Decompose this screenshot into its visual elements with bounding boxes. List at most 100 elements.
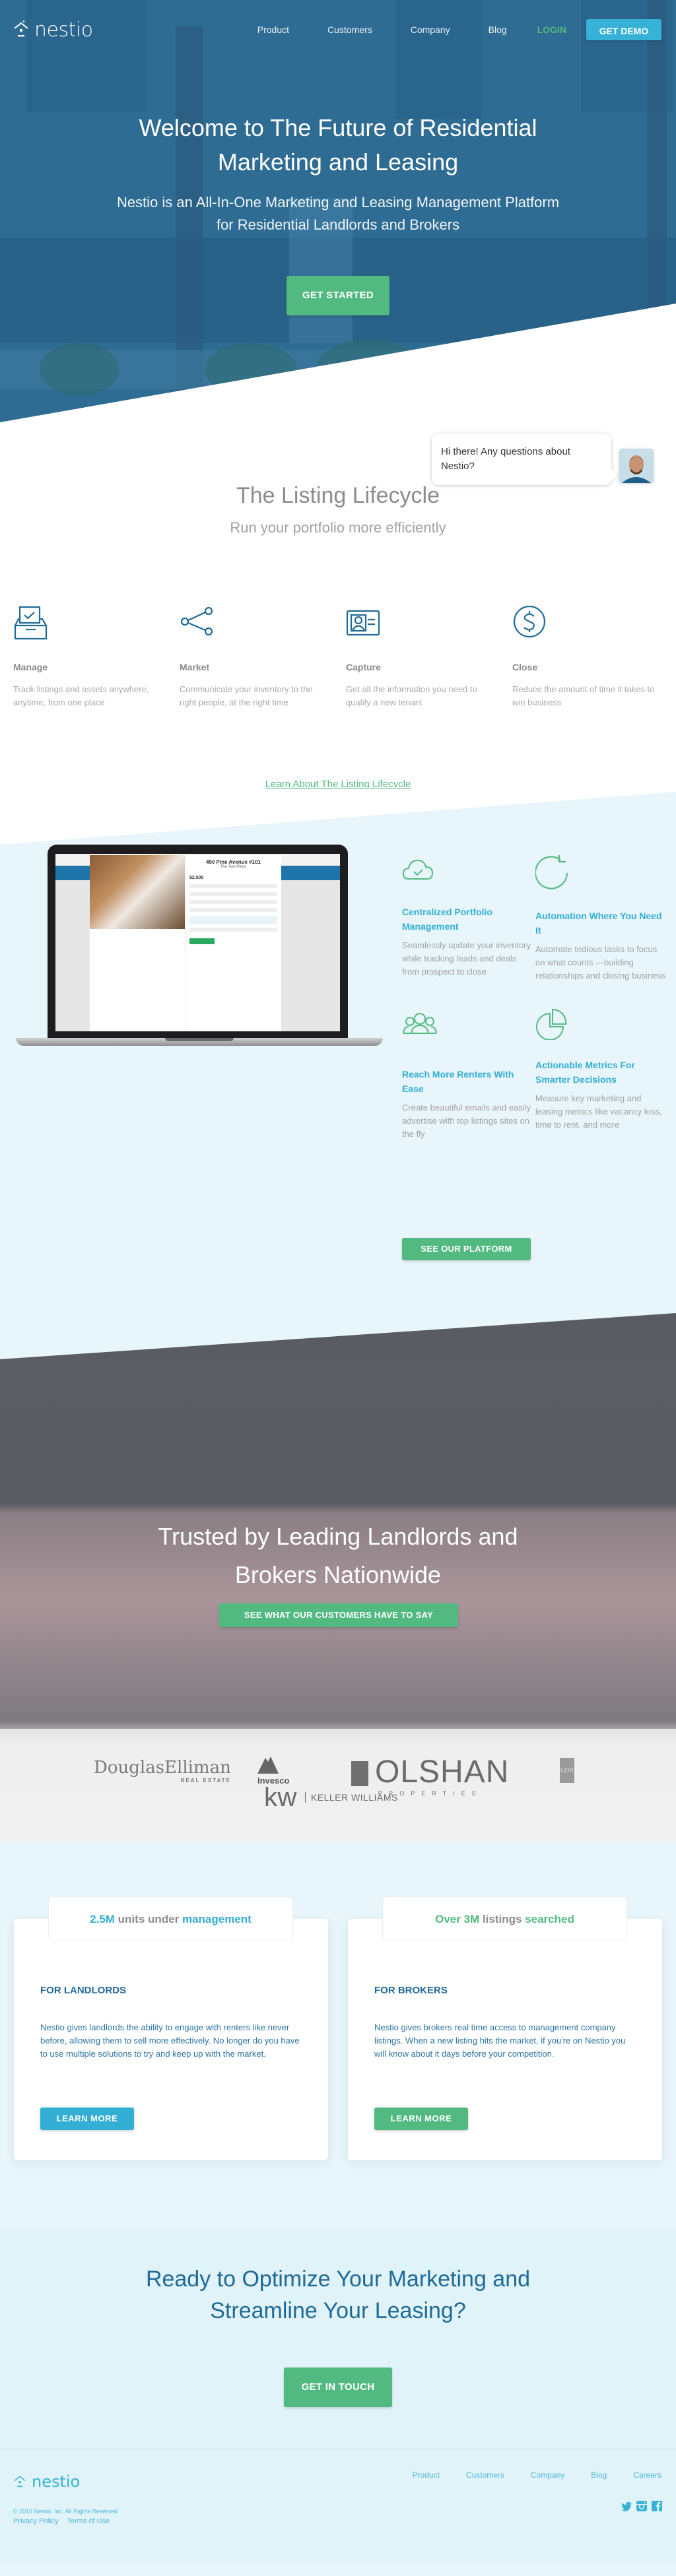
customers-say-button[interactable]: SEE WHAT OUR CUSTOMERS HAVE TO SAY xyxy=(219,1603,458,1627)
feature-reach: Reach More Renters With Ease Create beau… xyxy=(402,1008,535,1141)
listing-price: $2,500 xyxy=(189,876,204,880)
copyright: © 2016 Nestio, Inc. All Rights Reserved xyxy=(13,2508,118,2515)
logo-douglas-elliman: DouglasElliman REAL ESTATE xyxy=(94,1758,231,1784)
listing-building: The Two Pines xyxy=(220,865,247,869)
hero-content: Welcome to The Future of Residential Mar… xyxy=(0,111,676,315)
nav-blog[interactable]: Blog xyxy=(489,24,507,35)
brokers-card: Over 3M listings searched FOR BROKERS Ne… xyxy=(348,1896,662,2160)
feature-text: Create beautiful emails and easily adver… xyxy=(402,1103,531,1139)
footer-logo[interactable]: nestio xyxy=(13,2472,80,2491)
lifecycle-subtitle: Run your portfolio more efficiently xyxy=(230,519,446,536)
slant-divider xyxy=(0,1313,676,1359)
landlords-learn-more-button[interactable]: LEARN MORE xyxy=(40,2108,134,2130)
feature-metrics: Actionable Metrics For Smarter Decisions… xyxy=(535,1008,666,1141)
lifecycle-item-text: Track listings and assets anywhere, anyt… xyxy=(13,684,149,707)
feature-title: Automation Where You Need It xyxy=(535,911,662,936)
brokers-learn-more-button[interactable]: LEARN MORE xyxy=(374,2108,468,2130)
slant-divider xyxy=(0,792,676,845)
card-text: Nestio gives landlords the ability to en… xyxy=(40,2022,300,2059)
inbox-check-icon xyxy=(14,606,48,640)
instagram-icon[interactable] xyxy=(636,2500,648,2512)
listing-lifecycle-section: The Listing Lifecycle Run your portfolio… xyxy=(0,422,676,845)
logo-olshan: OLSHAN PROPERTIES xyxy=(351,1754,509,1797)
customer-logos: DouglasElliman REAL ESTATE Invesco kw KELL… xyxy=(0,1729,676,1834)
privacy-policy-link[interactable]: Privacy Policy xyxy=(13,2517,58,2525)
lifecycle-item-text: Get all the information you need to qual… xyxy=(346,684,477,707)
mountain-icon xyxy=(257,1756,279,1774)
chat-bubble[interactable]: Hi there! Any questions about Nestio? xyxy=(432,434,611,485)
top-nav: nestio Product Customers Company Blog LO… xyxy=(0,0,676,59)
person-avatar-icon xyxy=(619,449,654,483)
lifecycle-item-title: Close xyxy=(512,662,538,672)
cta-title: Ready to Optimize Your Marketing and Str… xyxy=(145,2267,531,2323)
footer-company[interactable]: Company xyxy=(531,2470,564,2480)
login-link[interactable]: LOGIN xyxy=(537,24,566,35)
footer-product[interactable]: Product xyxy=(413,2470,440,2480)
feature-text: Measure key marketing and leasing metric… xyxy=(535,1093,662,1130)
listing-modal: 450 Pine Avenue #101 The Two Pines $2,50… xyxy=(90,855,281,1031)
listing-photo xyxy=(90,855,185,929)
twitter-icon[interactable] xyxy=(621,2500,632,2512)
hero-section: nestio Product Customers Company Blog LO… xyxy=(0,0,676,422)
app-screenshot: 450 Pine Avenue #101 The Two Pines $2,50… xyxy=(55,854,340,1031)
see-platform-button[interactable]: SEE OUR PLATFORM xyxy=(402,1238,531,1260)
chat-message: Hi there! Any questions about Nestio? xyxy=(441,446,570,472)
footer-nav: Product Customers Company Blog Careers xyxy=(386,2470,661,2480)
feature-title: Reach More Renters With Ease xyxy=(402,1069,514,1094)
trusted-title: Trusted by Leading Landlords and Brokers… xyxy=(158,1523,518,1588)
house-logo-icon xyxy=(14,2476,26,2488)
refresh-icon xyxy=(534,855,568,889)
hero-subtitle: Nestio is an All-In-One Marketing and Le… xyxy=(116,194,560,233)
pie-chart-icon xyxy=(536,1008,567,1041)
nav-links: Product Customers Company Blog LOGIN GET… xyxy=(257,19,661,40)
get-in-touch-button[interactable]: GET IN TOUCH xyxy=(284,2367,392,2407)
feature-centralized: Centralized Portfolio Management Seamles… xyxy=(402,850,535,1008)
footer-customers[interactable]: Customers xyxy=(466,2470,504,2480)
nestio-logo[interactable]: nestio xyxy=(13,18,93,42)
share-icon xyxy=(180,606,213,636)
lifecycle-item-market: Market Communicate your inventory to the… xyxy=(180,606,346,709)
feature-title: Centralized Portfolio Management xyxy=(402,907,492,932)
nav-customers[interactable]: Customers xyxy=(327,24,372,35)
id-card-icon xyxy=(346,610,380,636)
stat-tab: Over 3M listings searched xyxy=(382,1896,627,1941)
lifecycle-item-title: Manage xyxy=(13,662,48,672)
cta-section: Ready to Optimize Your Marketing and Str… xyxy=(0,2230,676,2448)
feature-title: Actionable Metrics For Smarter Decisions xyxy=(535,1060,635,1085)
lifecycle-title: The Listing Lifecycle xyxy=(236,483,440,508)
lifecycle-item-title: Capture xyxy=(346,662,381,672)
get-started-button[interactable]: GET STARTED xyxy=(287,276,389,315)
lifecycle-item-capture: Capture Get all the information you need… xyxy=(346,606,512,709)
card-title: FOR LANDLORDS xyxy=(40,1985,126,1996)
nav-product[interactable]: Product xyxy=(257,24,289,35)
audiences-section: 2.5M units under management FOR LANDLORD… xyxy=(0,1841,676,2230)
chat-agent-avatar[interactable] xyxy=(619,449,654,483)
feature-text: Seamlessly update your inventory while t… xyxy=(402,940,531,977)
card-text: Nestio gives brokers real time access to… xyxy=(374,2022,626,2059)
lifecycle-item-title: Market xyxy=(180,662,210,672)
terms-link[interactable]: Terms of Use xyxy=(67,2517,110,2525)
nav-company[interactable]: Company xyxy=(411,24,450,35)
feature-automation: Automation Where You Need It Automate te… xyxy=(534,850,666,1008)
lifecycle-item-text: Reduce the amount of time it takes to wi… xyxy=(512,684,655,707)
trusted-section: Trusted by Leading Landlords and Brokers… xyxy=(0,1359,676,1841)
facebook-icon[interactable] xyxy=(651,2500,663,2512)
house-logo-icon xyxy=(14,20,28,37)
dollar-circle-icon xyxy=(513,605,546,638)
legal-links: Privacy Policy Terms of Use xyxy=(13,2517,116,2525)
learn-lifecycle-link[interactable]: Learn About The Listing Lifecycle xyxy=(0,779,676,790)
lifecycle-item-close: Close Reduce the amount of time it takes… xyxy=(512,605,676,709)
landlords-card: 2.5M units under management FOR LANDLORD… xyxy=(14,1896,328,2160)
hero-title: Welcome to The Future of Residential Mar… xyxy=(139,114,537,176)
lifecycle-item-text: Communicate your inventory to the right … xyxy=(180,684,313,707)
lifecycle-grid: Manage Track listings and assets anywher… xyxy=(13,605,676,709)
get-demo-button[interactable]: GET DEMO xyxy=(586,19,661,40)
laptop-screen: 450 Pine Avenue #101 The Two Pines $2,50… xyxy=(48,845,348,1038)
footer-careers[interactable]: Careers xyxy=(633,2470,661,2480)
footer-blog[interactable]: Blog xyxy=(591,2470,607,2480)
social-links xyxy=(621,2500,663,2512)
logo-udr: UDR xyxy=(560,1758,574,1783)
brand-name: nestio xyxy=(34,18,93,42)
footer: nestio © 2016 Nestio, Inc. All Rights Re… xyxy=(0,2448,676,2563)
lifecycle-item-manage: Manage Track listings and assets anywher… xyxy=(13,606,180,709)
